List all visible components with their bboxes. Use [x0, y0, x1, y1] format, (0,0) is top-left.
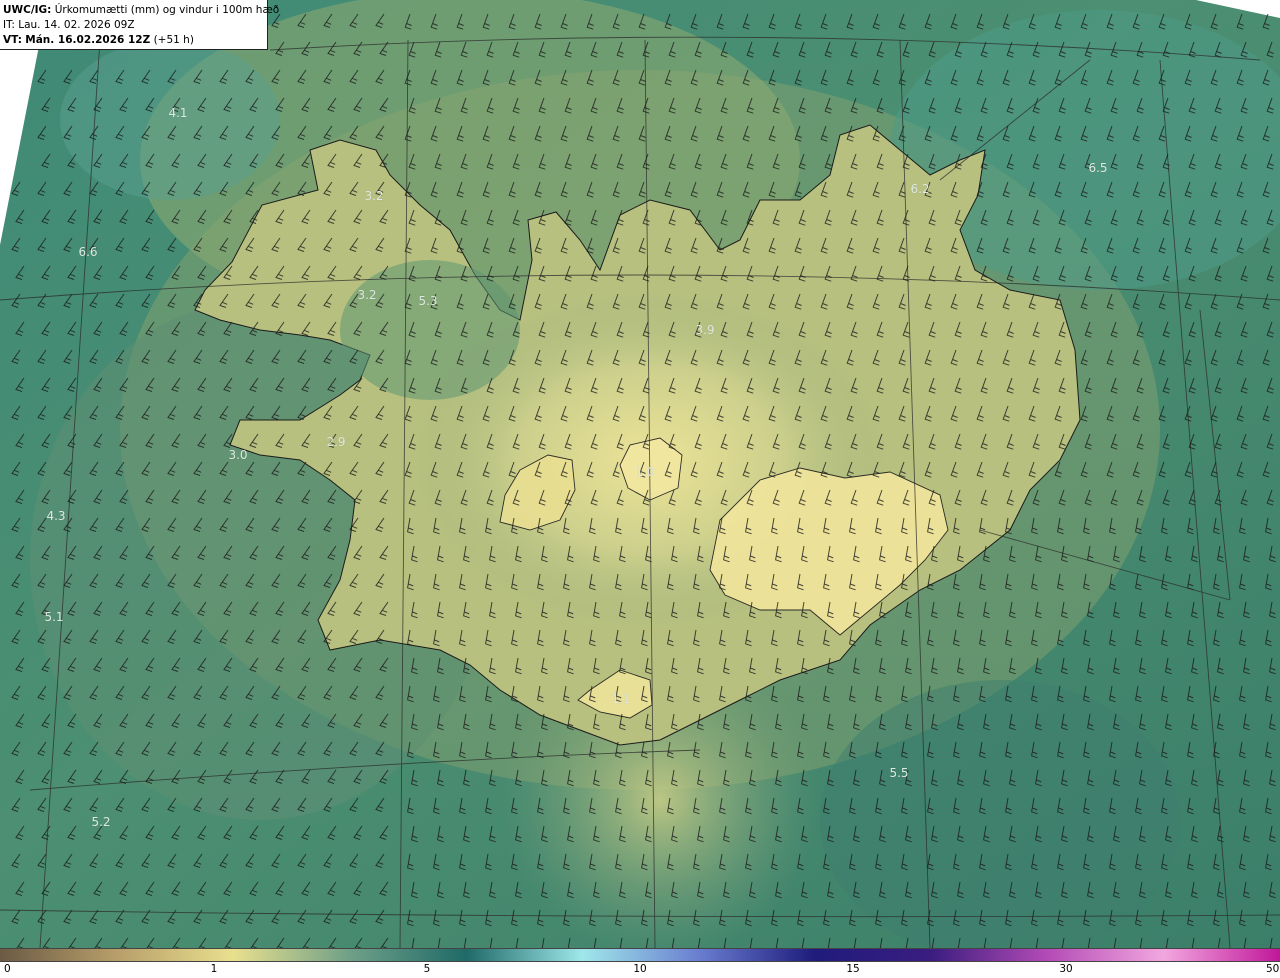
valid-label: VT:	[3, 34, 22, 46]
colorbar-tick-label: 30	[1059, 963, 1073, 975]
map-value-label: 1.0	[635, 465, 655, 479]
colorbar-tick-label: 1	[210, 963, 218, 975]
map-value-label: 5.3	[418, 294, 438, 308]
map-value-label: 5.1	[44, 610, 64, 624]
map-value-label: 1.1	[611, 692, 631, 706]
product-code: UWC/IG:	[3, 4, 52, 16]
product-description: Úrkomumætti (mm) og vindur i 100m hæð	[54, 4, 280, 16]
map-value-label: 6.2	[910, 182, 930, 196]
precipitation-colorbar	[0, 948, 1280, 962]
colorbar-ticks: 0 1 5 10 15 30 50	[0, 962, 1280, 978]
lead-time: (+51 h)	[153, 34, 194, 46]
colorbar-tick-label: 0	[4, 963, 11, 975]
valid-line: VT: Mán. 16.02.2026 12Z (+51 h)	[3, 33, 267, 48]
colorbar-tick-label: 5	[423, 963, 431, 975]
map-info-box: UWC/IG: Úrkomumætti (mm) og vindur i 100…	[0, 0, 279, 50]
product-line: UWC/IG: Úrkomumætti (mm) og vindur i 100…	[3, 3, 279, 18]
valid-time: Mán. 16.02.2026 12Z	[25, 34, 151, 46]
colorbar-tick-label: 15	[846, 963, 860, 975]
map-value-label: 3.2	[364, 189, 384, 203]
map-value-label: 6.5	[1088, 161, 1108, 175]
map-value-label: 3.9	[695, 323, 715, 337]
colorbar-tick-label: 50	[1266, 963, 1280, 975]
map-value-label: 6.6	[78, 245, 98, 259]
issue-time: IT: Lau. 14. 02. 2026 09Z	[3, 19, 135, 31]
map-value-label: 3.2	[357, 288, 377, 302]
colorbar-tick-label: 10	[633, 963, 647, 975]
map-value-label: 5.2	[91, 815, 111, 829]
map-value-label: 4.3	[46, 509, 66, 523]
map-value-label: 2.9	[326, 435, 346, 449]
map-value-label: 4.1	[168, 106, 188, 120]
map-value-label: 5.5	[889, 766, 909, 780]
map-value-label: 3.0	[228, 448, 248, 462]
